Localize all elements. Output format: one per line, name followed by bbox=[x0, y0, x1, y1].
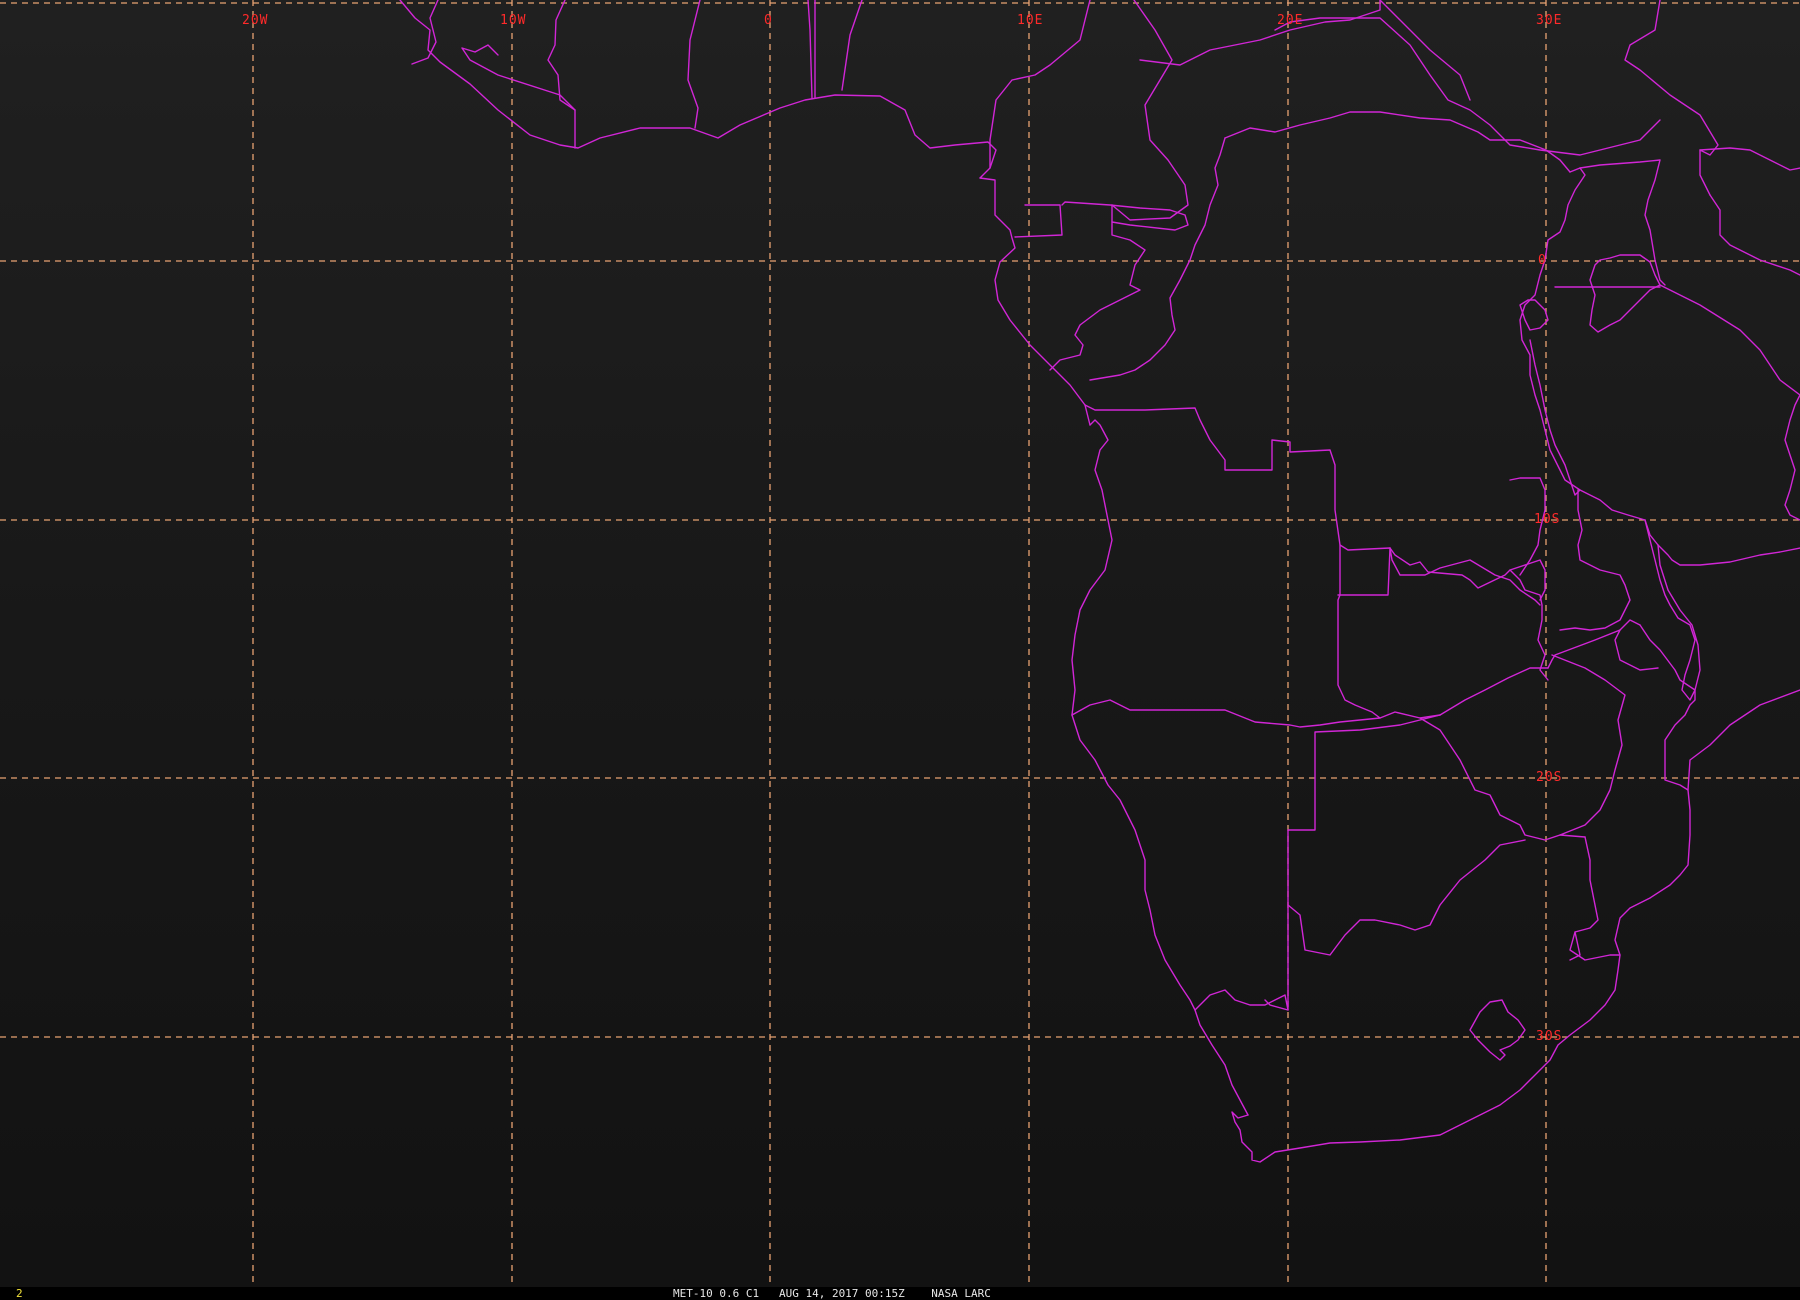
longitude-label-30e: 30E bbox=[1536, 13, 1562, 28]
satellite-imagery bbox=[0, 0, 1800, 1287]
latitude-label-20s: 20S bbox=[1536, 770, 1562, 785]
longitude-label-0: 0 bbox=[764, 13, 773, 28]
latitude-label-0: 0 bbox=[1538, 253, 1547, 268]
longitude-label-20w: 20W bbox=[242, 13, 268, 28]
latitude-label-10s: 10S bbox=[1534, 512, 1560, 527]
frame-number: 2 bbox=[16, 1287, 23, 1300]
longitude-label-20e: 20E bbox=[1277, 13, 1303, 28]
longitude-label-10e: 10E bbox=[1017, 13, 1043, 28]
satellite-map: 20W 10W 0 10E 20E 30E 0 10S 20S 30S bbox=[0, 0, 1800, 1287]
image-caption: MET-10 0.6 C1 AUG 14, 2017 00:15Z NASA L… bbox=[673, 1287, 991, 1300]
longitude-label-10w: 10W bbox=[500, 13, 526, 28]
latitude-label-30s: 30S bbox=[1536, 1029, 1562, 1044]
status-bar: 2 MET-10 0.6 C1 AUG 14, 2017 00:15Z NASA… bbox=[0, 1287, 1800, 1300]
satellite-image-viewer: 20W 10W 0 10E 20E 30E 0 10S 20S 30S 2 ME… bbox=[0, 0, 1800, 1300]
